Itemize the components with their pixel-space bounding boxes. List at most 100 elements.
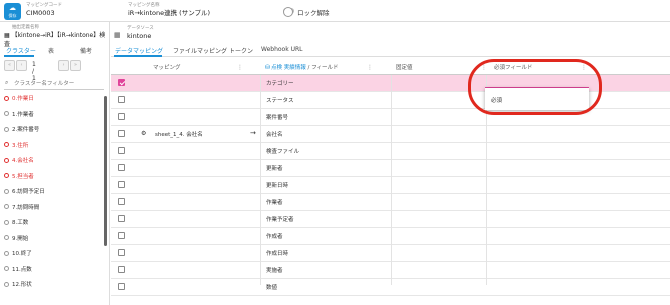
cluster-filter-input[interactable]: [14, 79, 102, 88]
row-checkbox[interactable]: [118, 249, 125, 256]
radio-icon: [4, 111, 9, 116]
row-checkbox[interactable]: [118, 113, 125, 120]
row-checkbox[interactable]: [118, 266, 125, 273]
radio-icon: [4, 95, 9, 101]
cluster-list-item[interactable]: 1.作業者: [4, 110, 34, 120]
radio-icon: [4, 173, 9, 178]
cluster-list-item[interactable]: 10.終了: [4, 249, 32, 259]
first-page-button[interactable]: «: [4, 60, 15, 71]
active-tab-indicator: [114, 55, 162, 57]
tab-data-mapping[interactable]: データマッピング: [115, 46, 163, 55]
field-name: 数値: [266, 285, 278, 291]
gear-icon[interactable]: ⚙: [141, 130, 146, 137]
row-checkbox[interactable]: [118, 96, 125, 103]
cluster-list-item[interactable]: 7.訪問時間: [4, 203, 39, 213]
row-checkbox[interactable]: [118, 198, 125, 205]
main-tabs: データマッピング ファイルマッピング トークン Webhook URL: [111, 44, 670, 57]
radio-icon: [4, 157, 9, 163]
cluster-list-item[interactable]: 12.形状: [4, 280, 32, 290]
row-checkbox[interactable]: [118, 283, 125, 290]
datasource-value: kintone: [127, 32, 152, 40]
cluster-label: 3.住所: [12, 142, 29, 149]
save-label: 保存: [8, 13, 17, 18]
mapping-value: sheet_1_4. 会社名: [155, 132, 203, 138]
field-name: 会社名: [266, 132, 283, 138]
cluster-label: 7.訪問時間: [12, 204, 40, 211]
field-name: 作成日時: [266, 251, 289, 257]
last-page-button[interactable]: »: [70, 60, 81, 71]
cluster-filter: ⌕: [4, 78, 104, 90]
field-name: 作業者: [266, 200, 283, 206]
field-name: 作成者: [266, 234, 283, 240]
tab-token[interactable]: トークン: [229, 46, 253, 55]
lock-label: ロック解除: [297, 9, 330, 17]
cluster-label: 0.作業日: [12, 96, 34, 102]
radio-icon: [4, 281, 9, 287]
column-menu-icon[interactable]: ⋮: [367, 64, 373, 71]
mapping-name-field: マッピング名称 iR→kintone連携 (サンプル): [128, 3, 210, 18]
search-icon: ⌕: [5, 79, 9, 86]
cluster-label: 1.作業者: [12, 111, 34, 118]
column-divider: [260, 75, 261, 285]
datasource-field: データソース kintone: [127, 26, 154, 41]
cluster-label: 8.工数: [12, 220, 29, 226]
database-icon: ⛁: [265, 64, 271, 71]
tab-file-mapping[interactable]: ファイルマッピング: [173, 46, 227, 55]
table-icon: ▦: [114, 31, 121, 39]
radio-icon: [4, 219, 9, 225]
cluster-label: 9.開始: [12, 235, 29, 242]
cluster-label: 4.会社名: [12, 158, 34, 164]
mapping-code-value: CIM0003: [26, 9, 55, 17]
sidebar: 抽出定義名称 ▦ 【kintone→iR】【iR→kintone】検査 クラスタ…: [0, 22, 110, 305]
field-name: 案件番号: [266, 115, 289, 121]
row-checkbox[interactable]: [118, 232, 125, 239]
row-checkbox[interactable]: [118, 130, 125, 137]
header-bar: ☁ 保存 マッピングコード CIM0003 マッピング名称 iR→kintone…: [0, 0, 670, 22]
cluster-list-item[interactable]: 6.訪問予定日: [4, 187, 45, 197]
radio-icon: [4, 142, 9, 147]
sidebar-scrollbar[interactable]: [104, 96, 107, 246]
cluster-label: 6.訪問予定日: [12, 189, 45, 195]
lock-toggle[interactable]: [283, 7, 294, 17]
cluster-list-item[interactable]: 4.会社名: [4, 156, 34, 166]
tab-table[interactable]: 表: [48, 46, 54, 55]
prev-page-button[interactable]: ‹: [16, 60, 27, 71]
cluster-list-item[interactable]: 2.案件番号: [4, 125, 39, 135]
radio-icon: [4, 188, 9, 194]
cluster-list-item[interactable]: 5.担当者: [4, 172, 34, 182]
tab-notes[interactable]: 備考: [80, 46, 92, 55]
col-fixed-value: 固定値: [396, 65, 413, 71]
field-name: 更新者: [266, 166, 283, 172]
field-name: 実施者: [266, 268, 283, 274]
row-checkbox[interactable]: [118, 79, 125, 86]
row-checkbox[interactable]: [118, 147, 125, 154]
field-name: 検査ファイル: [266, 149, 300, 155]
next-page-button[interactable]: ›: [58, 60, 69, 71]
cluster-label: 5.担当者: [12, 173, 34, 180]
column-menu-icon[interactable]: ⋮: [237, 64, 243, 71]
cloud-save-icon: ☁: [9, 4, 16, 12]
cluster-label: 2.案件番号: [12, 127, 40, 133]
row-checkbox[interactable]: [118, 181, 125, 188]
cluster-list-item[interactable]: 8.工数: [4, 218, 28, 228]
tab-webhook-url[interactable]: Webhook URL: [261, 46, 303, 53]
row-checkbox[interactable]: [118, 164, 125, 171]
cluster-list-item[interactable]: 0.作業日: [4, 94, 34, 104]
field-suffix: / フィールド: [307, 65, 339, 71]
radio-icon: [4, 250, 9, 256]
cluster-list-item[interactable]: 3.住所: [4, 141, 28, 151]
calendar-icon: ▦: [4, 32, 12, 39]
cluster-list-item[interactable]: 11.点数: [4, 265, 32, 275]
sidebar-tabs: クラスター 表 備考: [0, 44, 110, 57]
row-checkbox[interactable]: [118, 215, 125, 222]
source-name: 点検 実績情報: [271, 65, 306, 71]
cluster-list-item[interactable]: 9.開始: [4, 234, 28, 244]
annotation-highlight-ring: [468, 59, 602, 115]
save-button[interactable]: ☁ 保存: [4, 3, 21, 20]
column-divider: [391, 75, 392, 285]
cluster-label: 10.終了: [12, 251, 32, 257]
tab-cluster[interactable]: クラスター: [6, 46, 36, 55]
radio-icon: [4, 126, 9, 132]
cluster-label: 11.点数: [12, 266, 32, 273]
col-mapping: マッピング: [153, 65, 181, 71]
